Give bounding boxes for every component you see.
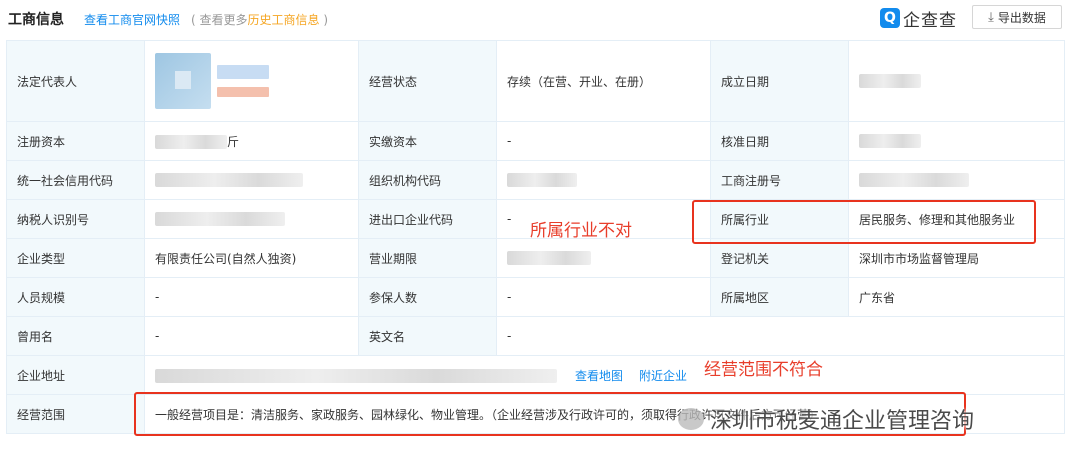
- history-note-suffix: ): [319, 13, 329, 27]
- staff-size-value: -: [144, 277, 359, 317]
- registration-authority-value: 深圳市市场监督管理局: [848, 238, 1065, 278]
- business-scope-label: 经营范围: [6, 394, 145, 434]
- registration-number-value: [848, 160, 1065, 200]
- history-note: ( 查看更多历史工商信息 ): [191, 11, 328, 28]
- paid-in-capital-label: 实缴资本: [358, 121, 497, 161]
- english-name-value: -: [496, 316, 1065, 356]
- redacted-value: [507, 173, 577, 188]
- redacted-value: [155, 135, 227, 149]
- table-row: 法定代表人 经营状态 存续（在营、开业、在册） 成立日期: [6, 40, 1065, 122]
- section-header: 工商信息 查看工商官网快照 ( 查看更多历史工商信息 ) Q 企查查 ⤓ 导出数…: [0, 0, 1080, 38]
- former-name-label: 曾用名: [6, 316, 145, 356]
- establish-date-label: 成立日期: [710, 40, 849, 122]
- taxpayer-id-value: [144, 199, 359, 239]
- export-data-button[interactable]: ⤓ 导出数据: [972, 5, 1062, 29]
- qichacha-logo: Q 企查查: [880, 6, 957, 31]
- redacted-value: [859, 173, 969, 188]
- official-snapshot-link[interactable]: 查看工商官网快照: [84, 11, 180, 28]
- taxpayer-id-label: 纳税人识别号: [6, 199, 145, 239]
- import-export-code-label: 进出口企业代码: [358, 199, 497, 239]
- download-icon: ⤓: [988, 9, 994, 25]
- business-term-value: [496, 238, 711, 278]
- operating-status-value: 存续（在营、开业、在册）: [496, 40, 711, 122]
- history-note-prefix: ( 查看更多: [191, 13, 248, 27]
- history-info-link[interactable]: 历史工商信息: [248, 13, 320, 27]
- staff-size-label: 人员规模: [6, 277, 145, 317]
- avatar: [155, 53, 211, 109]
- scope-mismatch-annotation: 经营范围不符合: [704, 360, 823, 380]
- company-type-value: 有限责任公司(自然人独资): [144, 238, 359, 278]
- watermark: 深圳市税麦通企业管理咨询: [678, 403, 974, 435]
- section-title: 工商信息: [8, 12, 64, 28]
- credit-code-label: 统一社会信用代码: [6, 160, 145, 200]
- nearby-companies-link[interactable]: 附近企业: [639, 369, 687, 383]
- region-label: 所属地区: [710, 277, 849, 317]
- industry-highlight-box: [692, 200, 1036, 244]
- former-name-value: -: [144, 316, 359, 356]
- industry-wrong-annotation: 所属行业不对: [530, 221, 632, 241]
- registered-capital-label: 注册资本: [6, 121, 145, 161]
- table-row: 曾用名 - 英文名 -: [6, 316, 1065, 356]
- redacted-value: [155, 212, 285, 227]
- redacted-value: [507, 251, 591, 266]
- table-row: 注册资本 斤 实缴资本 - 核准日期: [6, 121, 1065, 161]
- insured-count-value: -: [496, 277, 711, 317]
- operating-status-label: 经营状态: [358, 40, 497, 122]
- registered-capital-tail: 斤: [227, 134, 240, 149]
- table-row: 企业地址 查看地图 附近企业: [6, 355, 1065, 395]
- paid-in-capital-value: -: [496, 121, 711, 161]
- approval-date-value: [848, 121, 1065, 161]
- approval-date-label: 核准日期: [710, 121, 849, 161]
- registered-capital-value: 斤: [144, 121, 359, 161]
- establish-date-value: [848, 40, 1065, 122]
- redacted-value: [859, 134, 921, 149]
- view-map-link[interactable]: 查看地图: [575, 369, 623, 383]
- english-name-label: 英文名: [358, 316, 497, 356]
- qichacha-logo-text: 企查查: [903, 10, 957, 31]
- credit-code-value: [144, 160, 359, 200]
- org-code-label: 组织机构代码: [358, 160, 497, 200]
- qichacha-logo-icon: Q: [880, 8, 900, 28]
- legal-representative-value[interactable]: [144, 40, 359, 122]
- legal-representative-label: 法定代表人: [6, 40, 145, 122]
- table-row: 统一社会信用代码 组织机构代码 工商注册号: [6, 160, 1065, 200]
- redacted-value: [859, 74, 921, 89]
- org-code-value: [496, 160, 711, 200]
- address-value: 查看地图 附近企业: [144, 355, 1065, 395]
- business-term-label: 营业期限: [358, 238, 497, 278]
- registration-authority-label: 登记机关: [710, 238, 849, 278]
- export-data-label: 导出数据: [997, 10, 1046, 25]
- insured-count-label: 参保人数: [358, 277, 497, 317]
- table-row: 企业类型 有限责任公司(自然人独资) 营业期限 登记机关 深圳市市场监督管理局: [6, 238, 1065, 278]
- redacted-name: [217, 65, 269, 97]
- registration-number-label: 工商注册号: [710, 160, 849, 200]
- region-value: 广东省: [848, 277, 1065, 317]
- address-label: 企业地址: [6, 355, 145, 395]
- company-type-label: 企业类型: [6, 238, 145, 278]
- redacted-value: [155, 173, 303, 188]
- table-row: 人员规模 - 参保人数 - 所属地区 广东省: [6, 277, 1065, 317]
- wechat-icon: [678, 408, 704, 430]
- watermark-text: 深圳市税麦通企业管理咨询: [710, 409, 975, 434]
- redacted-value: [155, 369, 557, 383]
